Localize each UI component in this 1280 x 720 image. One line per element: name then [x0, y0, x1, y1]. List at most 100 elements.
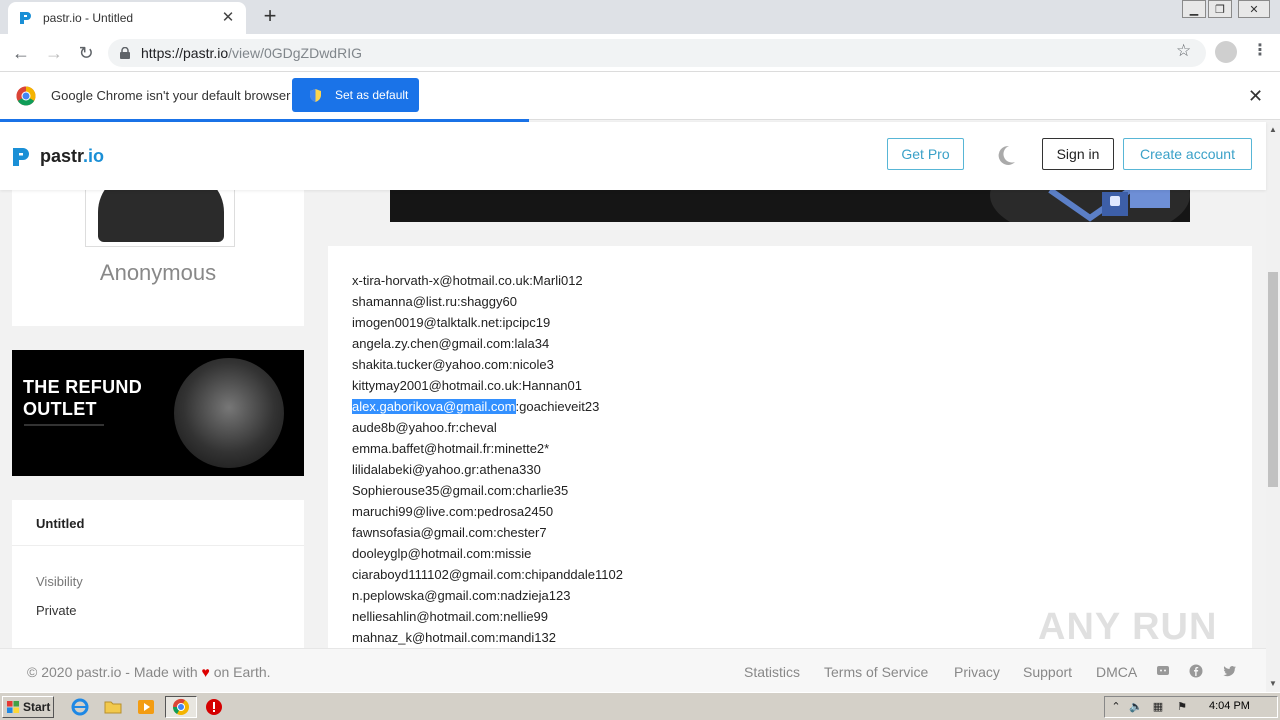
footer-link-statistics[interactable]: Statistics	[744, 664, 800, 680]
create-account-button[interactable]: Create account	[1123, 138, 1252, 170]
windows-taskbar: Start ⌃ 🔈 ▦ ⚑ 4:04 PM	[0, 692, 1280, 720]
new-tab-icon[interactable]: +	[258, 5, 282, 28]
stop-icon[interactable]	[205, 698, 223, 716]
author-card: Anonymous	[12, 190, 304, 326]
card-divider	[12, 545, 304, 546]
ad-headline: THE REFUND OUTLET	[23, 377, 142, 419]
discord-icon[interactable]	[1156, 664, 1170, 678]
paste-line[interactable]: Sophierouse35@gmail.com:charlie35	[352, 480, 623, 501]
paste-line[interactable]: imogen0019@talktalk.net:ipcipc19	[352, 312, 623, 333]
infobar-close-icon[interactable]: ✕	[1248, 86, 1263, 107]
default-browser-infobar: Google Chrome isn't your default browser…	[0, 72, 1280, 120]
footer-link-support[interactable]: Support	[1023, 664, 1072, 680]
reload-icon[interactable]: ↻	[74, 41, 98, 65]
paste-line[interactable]: angela.zy.chen@gmail.com:lala34	[352, 333, 623, 354]
pastr-logo-icon	[13, 147, 29, 166]
ad-image	[174, 358, 284, 468]
avatar	[85, 190, 235, 247]
forward-icon[interactable]: →	[42, 41, 66, 65]
clock: 4:04 PM	[1209, 700, 1250, 712]
paste-content[interactable]: x-tira-horvath-x@hotmail.co.uk:Marli012 s…	[328, 246, 1252, 656]
top-banner-ad[interactable]	[390, 190, 1190, 222]
paste-line[interactable]: dooleyglp@hotmail.com:missie	[352, 543, 623, 564]
paste-line[interactable]: emma.baffet@hotmail.fr:minette2*	[352, 438, 623, 459]
tab-strip: pastr.io - Untitled ✕ + ▁ ❐ ✕	[0, 0, 1280, 34]
address-bar[interactable]: https://pastr.io/view/0GDgZDwdRIG	[108, 39, 1206, 67]
paste-line[interactable]: alex.gaborikova@gmail.com:goachieveit23	[352, 396, 623, 417]
pastr-favicon-icon	[20, 12, 31, 24]
paste-line[interactable]: x-tira-horvath-x@hotmail.co.uk:Marli012	[352, 270, 623, 291]
brand-logo[interactable]: pastr.io	[12, 146, 104, 167]
advertisement[interactable]: THE REFUND OUTLET	[12, 350, 304, 476]
action-center-flag-icon[interactable]: ⚑	[1175, 700, 1189, 714]
chrome-taskbar-icon[interactable]	[172, 698, 190, 716]
paste-line[interactable]: shakita.tucker@yahoo.com:nicole3	[352, 354, 623, 375]
visibility-value: Private	[36, 603, 77, 618]
get-pro-button[interactable]: Get Pro	[887, 138, 964, 170]
volume-icon[interactable]: 🔈	[1129, 700, 1143, 714]
browser-toolbar: ← → ↻ https://pastr.io/view/0GDgZDwdRIG …	[0, 34, 1280, 72]
footer-link-dmca[interactable]: DMCA	[1096, 664, 1137, 680]
selected-text[interactable]: alex.gaborikova@gmail.com	[352, 399, 516, 414]
bookmark-star-icon[interactable]: ☆	[1176, 41, 1191, 61]
system-tray: ⌃ 🔈 ▦ ⚑ 4:04 PM	[1104, 696, 1278, 718]
scroll-down-icon[interactable]: ▼	[1266, 678, 1280, 690]
tab-close-icon[interactable]: ✕	[220, 10, 236, 26]
start-label: Start	[23, 700, 51, 714]
restore-icon[interactable]: ❐	[1208, 0, 1232, 18]
author-name: Anonymous	[99, 260, 217, 285]
footer-link-privacy[interactable]: Privacy	[954, 664, 1000, 680]
tray-expand-icon[interactable]: ⌃	[1109, 700, 1123, 714]
paste-line[interactable]: n.peplowska@gmail.com:nadzieja123	[352, 585, 623, 606]
network-icon[interactable]: ▦	[1151, 700, 1165, 714]
lock-icon	[120, 47, 130, 59]
paste-line[interactable]: ciaraboyd111102@gmail.com:chipanddale110…	[352, 564, 623, 585]
anyrun-watermark: ANY RUN	[1038, 606, 1218, 648]
scroll-up-icon[interactable]: ▲	[1266, 124, 1280, 136]
media-player-icon[interactable]	[137, 698, 155, 716]
dark-mode-moon-icon[interactable]	[995, 144, 1017, 166]
page-scrollbar[interactable]: ▲ ▼	[1266, 122, 1280, 692]
brand-name: pastr.io	[40, 146, 105, 166]
paste-title: Untitled	[36, 516, 85, 531]
set-as-default-button[interactable]: Set as default	[292, 78, 419, 112]
security-lock-icon	[1048, 190, 1170, 222]
start-button[interactable]: Start	[2, 696, 54, 718]
minimize-icon[interactable]: ▁	[1182, 0, 1206, 18]
chrome-logo-icon	[16, 86, 36, 106]
tab-title: pastr.io - Untitled	[43, 11, 134, 25]
menu-dots-icon[interactable]: ⋮	[1252, 40, 1268, 60]
paste-line[interactable]: shamanna@list.ru:shaggy60	[352, 291, 623, 312]
visibility-label: Visibility	[36, 574, 83, 589]
ie-icon[interactable]	[71, 698, 89, 716]
avatar-body	[98, 190, 224, 242]
paste-line[interactable]: maruchi99@live.com:pedrosa2450	[352, 501, 623, 522]
set-as-default-label: Set as default	[335, 88, 409, 102]
footer-link-terms[interactable]: Terms of Service	[824, 664, 928, 680]
paste-info-card: Untitled Visibility Private	[12, 500, 304, 648]
twitter-icon[interactable]	[1223, 664, 1237, 678]
paste-lines[interactable]: x-tira-horvath-x@hotmail.co.uk:Marli012 s…	[352, 270, 623, 648]
folder-icon[interactable]	[104, 698, 122, 716]
site-header: pastr.io Get Pro Sign in Create account	[0, 122, 1266, 190]
paste-line[interactable]: kittymay2001@hotmail.co.uk:Hannan01	[352, 375, 623, 396]
ad-divider	[24, 424, 104, 426]
heart-icon: ♥	[201, 664, 210, 680]
paste-line[interactable]: nelliesahlin@hotmail.com:nellie99	[352, 606, 623, 627]
profile-avatar-icon[interactable]	[1215, 41, 1237, 63]
infobar-message: Google Chrome isn't your default browser	[51, 88, 291, 103]
sign-in-button[interactable]: Sign in	[1042, 138, 1114, 170]
back-icon[interactable]: ←	[9, 41, 33, 65]
copyright: © 2020 pastr.io - Made with ♥ on Earth.	[27, 664, 271, 680]
paste-line[interactable]: mahnaz_k@hotmail.com:mandi132	[352, 627, 623, 648]
window-close-icon[interactable]: ✕	[1238, 0, 1270, 18]
scrollbar-thumb[interactable]	[1268, 272, 1278, 487]
url-text: https://pastr.io/view/0GDgZDwdRIG	[141, 45, 362, 61]
shield-icon	[310, 88, 321, 102]
line-rest: :goachieveit23	[515, 399, 600, 414]
paste-line[interactable]: lilidalabeki@yahoo.gr:athena330	[352, 459, 623, 480]
browser-tab[interactable]: pastr.io - Untitled ✕	[8, 2, 246, 34]
paste-line[interactable]: fawnsofasia@gmail.com:chester7	[352, 522, 623, 543]
facebook-icon[interactable]	[1189, 664, 1203, 678]
paste-line[interactable]: aude8b@yahoo.fr:cheval	[352, 417, 623, 438]
